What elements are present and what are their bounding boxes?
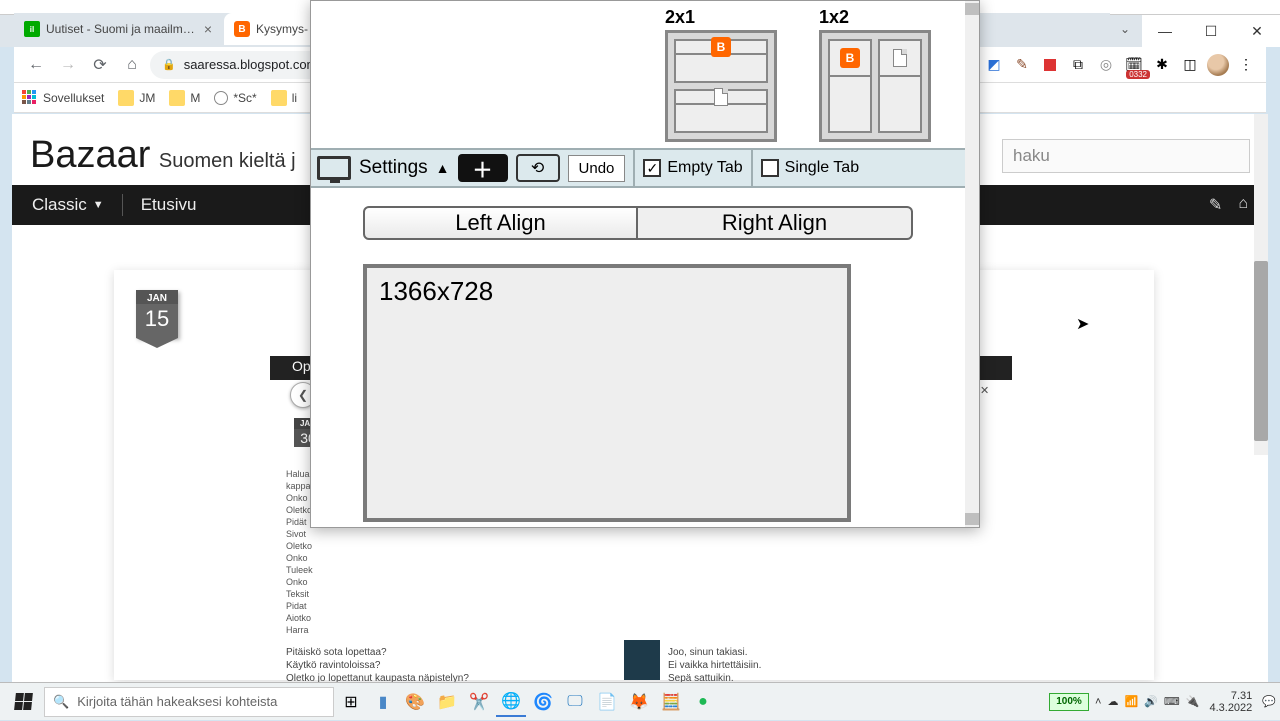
forward-button[interactable]: →: [54, 51, 82, 79]
preset-1x2[interactable]: 1x2 B: [819, 7, 931, 142]
monitor-icon[interactable]: [317, 156, 351, 180]
profile-avatar[interactable]: [1206, 53, 1230, 77]
tab-favicon-icon: il: [24, 21, 40, 37]
left-align-button[interactable]: Left Align: [363, 206, 638, 240]
bottom-text: Pitäiskö sota lopettaa?Käytkö ravintoloi…: [286, 646, 469, 682]
taskbar-app[interactable]: 🎨: [400, 687, 430, 717]
tray-chevron-icon[interactable]: ˄: [1095, 696, 1101, 708]
tab-title: Uutiset - Suomi ja maailma - Suo: [46, 22, 196, 36]
search-input[interactable]: haku: [1002, 139, 1250, 173]
battery-indicator[interactable]: 100%: [1049, 693, 1089, 711]
taskbar-app[interactable]: 🦊: [624, 687, 654, 717]
power-icon[interactable]: 🔌: [1186, 695, 1200, 708]
preset-2x1[interactable]: 2x1 B: [665, 7, 777, 142]
home-icon[interactable]: ⌂: [1238, 195, 1248, 215]
popup-close-icon[interactable]: ✕: [980, 384, 994, 398]
apps-bookmark[interactable]: Sovellukset: [22, 90, 104, 106]
close-button[interactable]: ✕: [1234, 15, 1280, 47]
spotify-icon[interactable]: ●: [688, 687, 718, 717]
ext-badge-icon[interactable]: 🗓0332: [1122, 53, 1146, 77]
nav-classic[interactable]: Classic▼: [32, 195, 104, 215]
scroll-up-icon[interactable]: [965, 3, 979, 15]
volume-icon[interactable]: 🔊: [1144, 695, 1158, 708]
cursor-icon: ➤: [1076, 314, 1089, 334]
notifications-icon[interactable]: 💬: [1262, 695, 1276, 708]
single-tab-checkbox[interactable]: Single Tab: [761, 159, 859, 177]
pencil-icon[interactable]: ✎: [1010, 53, 1034, 77]
taskbar-app[interactable]: 🧮: [656, 687, 686, 717]
empty-tab-checkbox[interactable]: ✓Empty Tab: [643, 159, 742, 177]
ext-icon[interactable]: ⧉: [1066, 53, 1090, 77]
overlay-toolbar: Settings ▲ ＋ ⟲ Undo ✓Empty Tab Single Ta…: [311, 148, 979, 188]
bookmark-m[interactable]: M: [169, 90, 200, 106]
taskbar-app[interactable]: ▮: [368, 687, 398, 717]
nav-etusivu[interactable]: Etusivu: [141, 195, 197, 215]
resolution-box[interactable]: 1366x728: [363, 264, 851, 522]
bookmark-sc[interactable]: *Sc*: [214, 91, 256, 105]
tabresize-overlay: 2x1 B 1x2 B Settings ▲ ＋ ⟲ Undo ✓Empty T…: [310, 0, 980, 528]
bookmark-jm[interactable]: JM: [118, 90, 155, 106]
left-text-list: HaluakappaOnkoOletkoPidätSivotOletkoOnko…: [286, 468, 313, 636]
home-button[interactable]: ⌂: [118, 51, 146, 79]
overlay-scrollbar[interactable]: [965, 1, 979, 527]
window-controls: — ☐ ✕: [1142, 15, 1280, 47]
tab-favicon-icon: B: [234, 21, 250, 37]
date-badge: JAN 15: [136, 290, 178, 338]
ext-icon[interactable]: [1038, 53, 1062, 77]
blog-title[interactable]: Bazaar: [30, 134, 150, 176]
tab-close-icon[interactable]: ×: [202, 21, 214, 37]
minimize-button[interactable]: —: [1142, 15, 1188, 47]
taskbar-search[interactable]: 🔍Kirjoita tähän hakeaksesi kohteista: [44, 687, 334, 717]
tabs-chevron-icon[interactable]: ⌄: [1120, 22, 1130, 36]
clock[interactable]: 7.31 4.3.2022: [1205, 690, 1256, 714]
browser-tab-1[interactable]: il Uutiset - Suomi ja maailma - Suo ×: [14, 13, 224, 45]
scroll-down-icon[interactable]: [965, 513, 979, 525]
sidepanel-icon[interactable]: ◫: [1178, 53, 1202, 77]
chrome-icon[interactable]: 🌐: [496, 687, 526, 717]
extensions-icon[interactable]: ✱: [1150, 53, 1174, 77]
settings-label[interactable]: Settings: [359, 157, 428, 179]
undo-button[interactable]: Undo: [568, 155, 626, 182]
taskbar-app[interactable]: ✂️: [464, 687, 494, 717]
right-align-button[interactable]: Right Align: [638, 206, 913, 240]
language-indicator[interactable]: ⌨: [1164, 695, 1180, 708]
page-scrollbar-thumb[interactable]: [1254, 261, 1268, 441]
onedrive-icon[interactable]: ☁: [1107, 695, 1118, 708]
edge-icon[interactable]: 🌀: [528, 687, 558, 717]
reload-button[interactable]: ⟲: [516, 154, 560, 182]
search-icon: 🔍: [53, 694, 69, 710]
thumbnail: [624, 640, 660, 680]
taskview-icon[interactable]: ⊞: [336, 687, 366, 717]
ext-icon[interactable]: ◎: [1094, 53, 1118, 77]
edit-icon[interactable]: ✎: [1209, 195, 1222, 215]
right-bottom-text: Joo, sinun takiasi.Ei vaikka hirtettäisi…: [668, 646, 761, 682]
file-explorer-icon[interactable]: 📁: [432, 687, 462, 717]
menu-icon[interactable]: ⋮: [1234, 53, 1258, 77]
taskbar-app[interactable]: 🖵: [560, 687, 590, 717]
bookmark-li[interactable]: li: [271, 90, 297, 106]
notepad-icon[interactable]: 📄: [592, 687, 622, 717]
add-button[interactable]: ＋: [458, 154, 508, 182]
lock-icon: 🔒: [162, 58, 176, 71]
taskbar: 🔍Kirjoita tähän hakeaksesi kohteista ⊞ ▮…: [0, 682, 1280, 720]
back-button[interactable]: ←: [22, 51, 50, 79]
tabresize-icon[interactable]: ◩: [982, 53, 1006, 77]
start-button[interactable]: [4, 683, 42, 721]
chevron-up-icon[interactable]: ▲: [436, 160, 450, 176]
blog-subtitle: Suomen kieltä j: [159, 150, 296, 172]
wifi-icon[interactable]: 📶: [1124, 695, 1138, 708]
reload-button[interactable]: ⟳: [86, 51, 114, 79]
maximize-button[interactable]: ☐: [1188, 15, 1234, 47]
